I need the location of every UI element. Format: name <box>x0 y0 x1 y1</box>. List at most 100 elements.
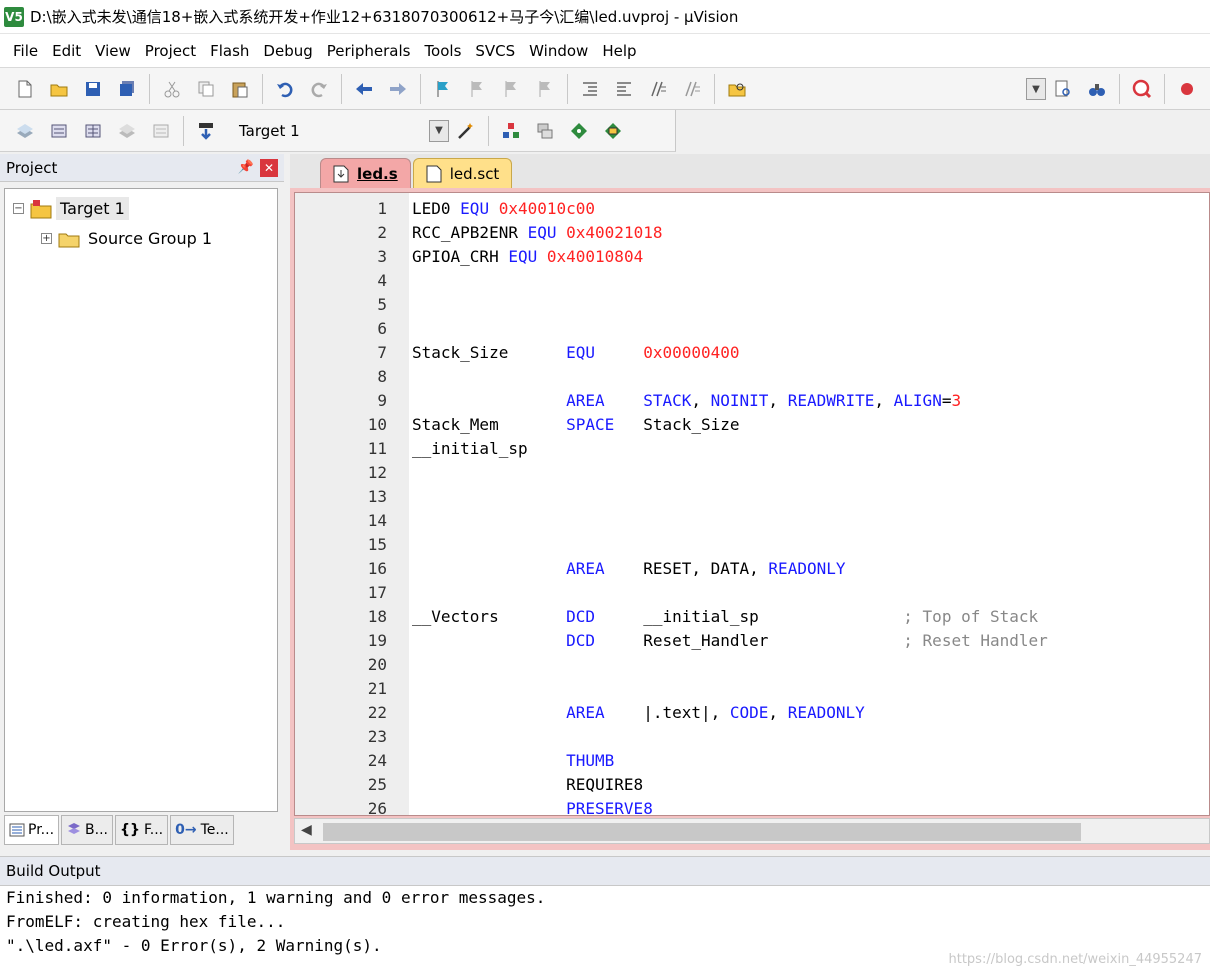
menu-view[interactable]: View <box>88 42 138 60</box>
navigate-forward-button[interactable] <box>383 74 413 104</box>
download-button[interactable] <box>191 116 221 146</box>
code-line[interactable]: 11 __initial_sp <box>295 437 1209 461</box>
code-line[interactable]: 2 RCC_APB2ENR EQU 0x40021018 <box>295 221 1209 245</box>
code-line[interactable]: 25 REQUIRE8 <box>295 773 1209 797</box>
code-line[interactable]: 18 __Vectors DCD __initial_sp ; Top of St… <box>295 605 1209 629</box>
find-button[interactable] <box>1048 74 1078 104</box>
code-line[interactable]: 12 <box>295 461 1209 485</box>
target-select[interactable]: Target 1 ▼ <box>231 118 449 144</box>
expand-icon[interactable]: + <box>41 233 52 244</box>
code-line[interactable]: 10 Stack_Mem SPACE Stack_Size <box>295 413 1209 437</box>
code-line[interactable]: 13 <box>295 485 1209 509</box>
copy-button[interactable] <box>191 74 221 104</box>
code-number: 0x40010804 <box>546 247 644 266</box>
comment-button[interactable] <box>643 74 673 104</box>
save-all-button[interactable] <box>112 74 142 104</box>
code-line[interactable]: 24 THUMB <box>295 749 1209 773</box>
code-line[interactable]: 19 DCD Reset_Handler ; Reset Handler <box>295 629 1209 653</box>
uncomment-button[interactable] <box>677 74 707 104</box>
debug-session-button[interactable] <box>1127 74 1157 104</box>
open-file-button[interactable] <box>44 74 74 104</box>
stop-build-button[interactable] <box>146 116 176 146</box>
select-packs-button[interactable] <box>530 116 560 146</box>
navigate-back-button[interactable] <box>349 74 379 104</box>
code-line[interactable]: 23 <box>295 725 1209 749</box>
tab-books-label: B... <box>85 822 108 838</box>
code-token: REQUIRE8 <box>412 775 644 794</box>
code-line[interactable]: 16 AREA RESET, DATA, READONLY <box>295 557 1209 581</box>
close-icon[interactable]: ✕ <box>260 158 278 177</box>
manage-project-items-button[interactable] <box>496 116 526 146</box>
code-line[interactable]: 14 <box>295 509 1209 533</box>
code-line[interactable]: 9 AREA STACK, NOINIT, READWRITE, ALIGN=3 <box>295 389 1209 413</box>
find-combo-dropdown[interactable]: ▼ <box>1026 78 1046 100</box>
bookmark-toggle-button[interactable] <box>428 74 458 104</box>
code-line[interactable]: 22 AREA |.text|, CODE, READONLY <box>295 701 1209 725</box>
code-line[interactable]: 8 <box>295 365 1209 389</box>
incremental-find-button[interactable] <box>1082 74 1112 104</box>
code-line[interactable]: 5 <box>295 293 1209 317</box>
find-in-files-button[interactable] <box>722 74 752 104</box>
code-editor[interactable]: 1 LED0 EQU 0x40010c00 2 RCC_APB2ENR EQU 0x4… <box>294 192 1210 816</box>
code-line[interactable]: 3 GPIOA_CRH EQU 0x40010804 <box>295 245 1209 269</box>
tab-project[interactable]: Pr... <box>4 815 60 845</box>
menu-project[interactable]: Project <box>138 42 203 60</box>
menu-svcs[interactable]: SVCS <box>468 42 522 60</box>
code-line[interactable]: 20 <box>295 653 1209 677</box>
scrollbar-thumb[interactable] <box>323 823 1081 841</box>
code-line[interactable]: 6 <box>295 317 1209 341</box>
paste-button[interactable] <box>225 74 255 104</box>
breakpoint-button[interactable] <box>1172 74 1202 104</box>
menu-help[interactable]: Help <box>595 42 643 60</box>
indent-button[interactable] <box>575 74 605 104</box>
code-line[interactable]: 1 LED0 EQU 0x40010c00 <box>295 197 1209 221</box>
tab-templates[interactable]: 0→ Te... <box>170 815 234 845</box>
batch-build-button[interactable] <box>112 116 142 146</box>
tab-led-s[interactable]: led.s <box>320 158 411 188</box>
arrow-right-icon <box>390 82 406 95</box>
pack-installer-button[interactable] <box>598 116 628 146</box>
line-number: 18 <box>367 607 387 626</box>
code-line[interactable]: 15 <box>295 533 1209 557</box>
menu-edit[interactable]: Edit <box>45 42 88 60</box>
code-text: DCD Reset_Handler ; Reset Handler <box>412 629 1048 653</box>
translate-button[interactable] <box>10 116 40 146</box>
menu-file[interactable]: File <box>6 42 45 60</box>
cut-button[interactable] <box>157 74 187 104</box>
scroll-left-icon[interactable]: ◀ <box>301 822 312 838</box>
menu-tools[interactable]: Tools <box>417 42 468 60</box>
build-button[interactable] <box>44 116 74 146</box>
rebuild-button[interactable] <box>78 116 108 146</box>
menu-flash[interactable]: Flash <box>203 42 256 60</box>
save-button[interactable] <box>78 74 108 104</box>
code-line[interactable]: 26 PRESERVE8 <box>295 797 1209 815</box>
code-keyword: READONLY <box>787 703 865 722</box>
menu-debug[interactable]: Debug <box>256 42 319 60</box>
bookmark-clear-button[interactable] <box>530 74 560 104</box>
menu-peripherals[interactable]: Peripherals <box>320 42 418 60</box>
tree-target-row[interactable]: − Target 1 <box>13 197 129 220</box>
tab-books[interactable]: B... <box>61 815 113 845</box>
bookmark-prev-button[interactable] <box>462 74 492 104</box>
new-file-button[interactable] <box>10 74 40 104</box>
tab-functions[interactable]: {} F... <box>115 815 169 845</box>
undo-button[interactable] <box>270 74 300 104</box>
code-keyword: EQU <box>527 223 557 242</box>
collapse-icon[interactable]: − <box>13 203 24 214</box>
redo-button[interactable] <box>304 74 334 104</box>
tab-led-sct[interactable]: led.sct <box>412 158 513 188</box>
code-text: AREA RESET, DATA, READONLY <box>412 557 845 581</box>
chevron-down-icon[interactable]: ▼ <box>429 119 449 142</box>
tree-source-group-row[interactable]: + Source Group 1 <box>41 229 212 248</box>
manage-runtime-button[interactable] <box>564 116 594 146</box>
menu-window[interactable]: Window <box>522 42 595 60</box>
unindent-button[interactable] <box>609 74 639 104</box>
code-line[interactable]: 17 <box>295 581 1209 605</box>
code-line[interactable]: 21 <box>295 677 1209 701</box>
bookmark-next-button[interactable] <box>496 74 526 104</box>
horizontal-scrollbar[interactable]: ◀ <box>294 818 1210 844</box>
code-line[interactable]: 4 <box>295 269 1209 293</box>
pin-icon[interactable]: 📌 <box>238 160 254 175</box>
target-options-button[interactable] <box>451 116 481 146</box>
code-line[interactable]: 7 Stack_Size EQU 0x00000400 <box>295 341 1209 365</box>
